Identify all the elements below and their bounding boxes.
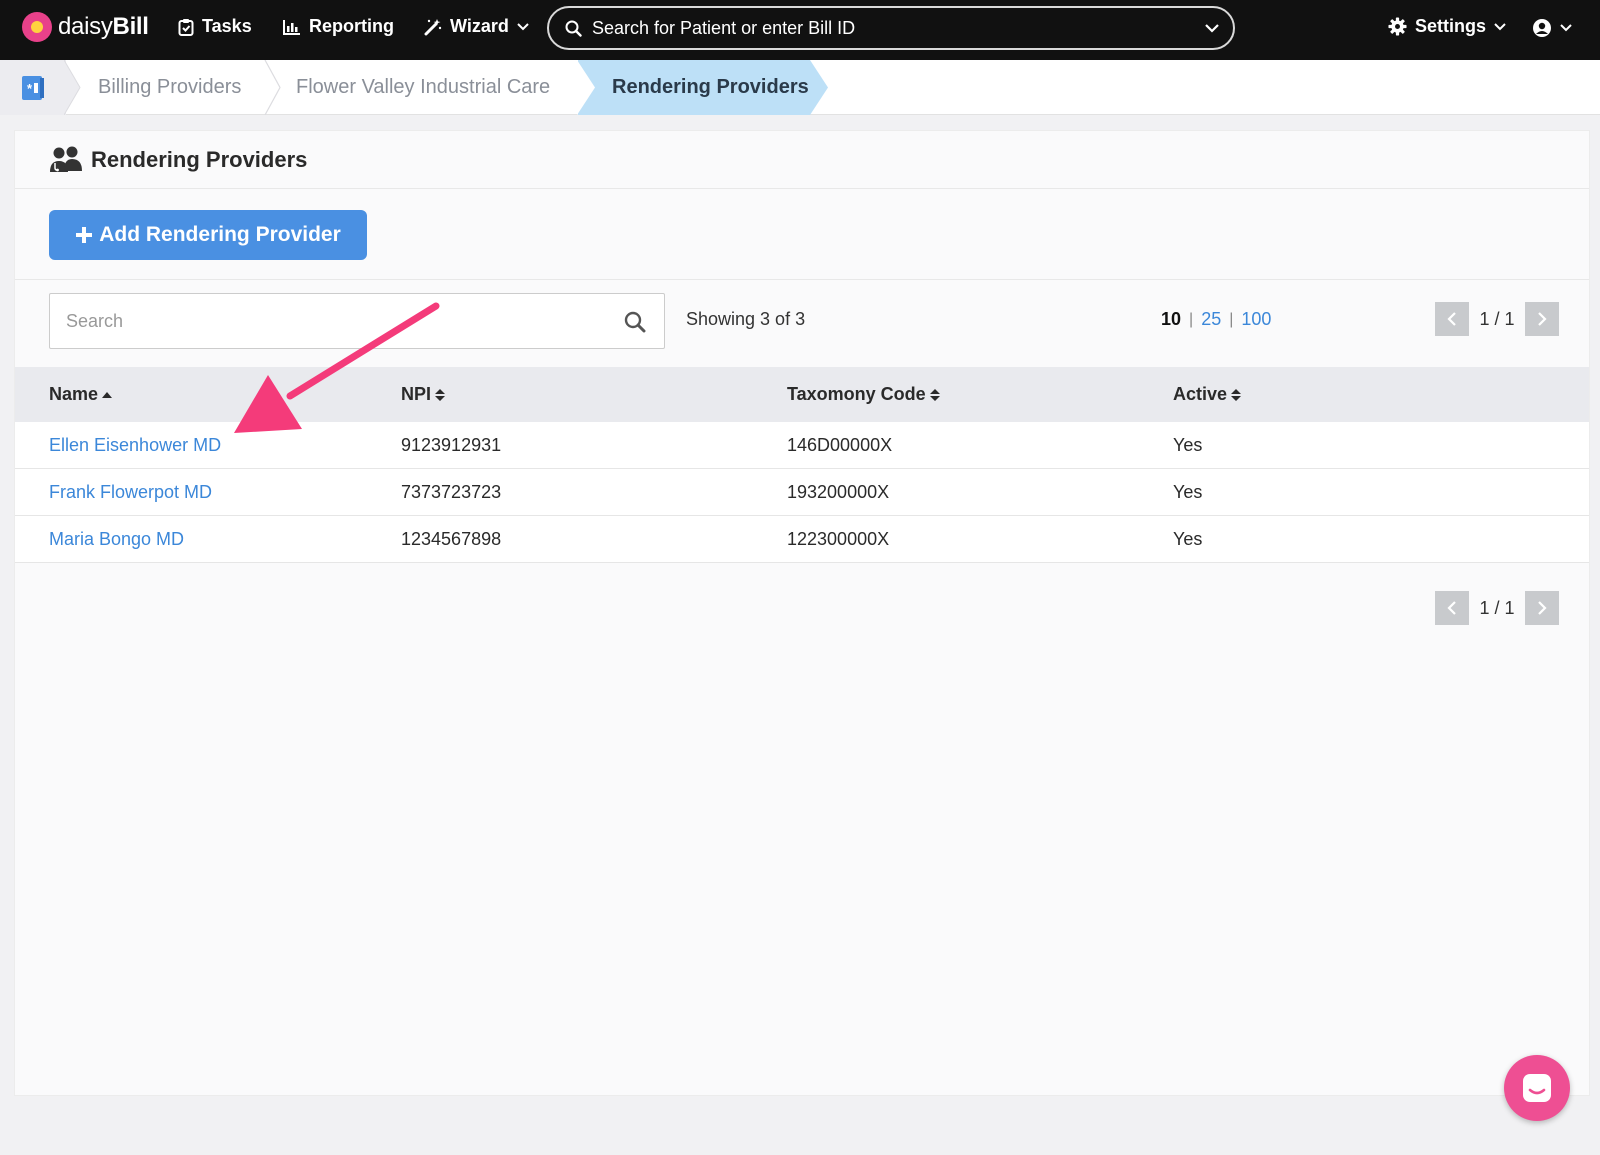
nav-reporting[interactable]: Reporting xyxy=(283,16,394,37)
clipboard-check-icon xyxy=(178,18,194,36)
crumb-separator xyxy=(64,60,81,115)
column-header-npi[interactable]: NPI xyxy=(401,384,446,405)
crumb-billing-providers[interactable]: Billing Providers xyxy=(98,60,241,115)
npi-cell: 1234567898 xyxy=(401,529,502,549)
active-cell: Yes xyxy=(1173,529,1203,549)
search-icon xyxy=(565,20,582,37)
panel-header: Rendering Providers xyxy=(15,131,1589,189)
results-count: Showing 3 of 3 xyxy=(686,309,806,329)
chevron-down-icon xyxy=(1494,22,1506,30)
column-header-taxonomy[interactable]: Taxomony Code xyxy=(787,384,940,405)
magic-wand-icon xyxy=(424,18,442,35)
rendering-providers-panel: Rendering Providers Add Rendering Provid… xyxy=(14,130,1590,1096)
active-cell: Yes xyxy=(1173,435,1203,455)
crumb-rendering-providers: Rendering Providers xyxy=(578,60,810,115)
global-search[interactable]: Search for Patient or enter Bill ID xyxy=(547,6,1235,50)
chevron-down-icon xyxy=(517,22,529,30)
table-row: Frank Flowerpot MD 7373723723 193200000X… xyxy=(15,469,1589,516)
providers-group-icon xyxy=(50,146,82,172)
prev-page-button[interactable] xyxy=(1435,302,1469,336)
per-page-divider: | xyxy=(1229,310,1234,328)
sort-asc-icon xyxy=(102,391,113,398)
prev-page-button[interactable] xyxy=(1435,591,1469,625)
chevron-right-icon xyxy=(1538,601,1547,615)
chevron-left-icon xyxy=(1447,312,1456,326)
user-menu[interactable] xyxy=(1532,18,1572,38)
plus-icon xyxy=(76,227,93,243)
nav-wizard-label: Wizard xyxy=(450,16,509,36)
pagination-top: 1 / 1 xyxy=(1435,302,1559,336)
chevron-down-icon xyxy=(1560,24,1572,32)
nav-tasks[interactable]: Tasks xyxy=(178,16,252,37)
chat-icon xyxy=(1523,1074,1551,1102)
search-icon[interactable] xyxy=(624,311,646,333)
per-page-divider: | xyxy=(1189,310,1194,328)
chevron-down-icon[interactable] xyxy=(1205,23,1219,33)
page-indicator: 1 / 1 xyxy=(1479,597,1515,618)
npi-cell: 7373723723 xyxy=(401,482,502,502)
table-header: Name NPI Taxomony Code Active xyxy=(15,367,1589,422)
sort-icon xyxy=(929,388,940,401)
column-name-label: Name xyxy=(49,384,99,404)
sort-icon xyxy=(435,388,446,401)
nav-tasks-label: Tasks xyxy=(202,16,252,36)
chevron-right-icon xyxy=(1538,312,1547,326)
table-row: Maria Bongo MD 1234567898 122300000X Yes xyxy=(15,516,1589,563)
per-page-option[interactable]: 25 xyxy=(1201,309,1221,330)
nav-settings[interactable]: Settings xyxy=(1388,16,1506,37)
per-page-option[interactable]: 100 xyxy=(1241,309,1271,330)
daisybill-logo[interactable]: daisyBill xyxy=(22,12,149,42)
active-cell: Yes xyxy=(1173,482,1203,502)
column-taxonomy-label: Taxomony Code xyxy=(787,384,926,404)
chat-launcher-button[interactable] xyxy=(1504,1055,1570,1121)
divider xyxy=(15,279,1589,280)
nav-wizard[interactable]: Wizard xyxy=(424,16,529,37)
column-header-active[interactable]: Active xyxy=(1173,384,1242,405)
crumb-home[interactable]: * xyxy=(0,60,66,115)
nav-reporting-label: Reporting xyxy=(309,16,394,36)
breadcrumb: * Billing Providers Flower Valley Indust… xyxy=(0,60,1600,115)
npi-cell: 9123912931 xyxy=(401,435,502,455)
crumb-active-tip xyxy=(810,60,828,115)
top-nav: daisyBill Tasks Reporting Wizard Search … xyxy=(0,0,1600,60)
provider-search-box xyxy=(49,293,665,349)
provider-search-input[interactable] xyxy=(50,294,610,348)
column-header-name[interactable]: Name xyxy=(49,384,113,405)
provider-name-link[interactable]: Ellen Eisenhower MD xyxy=(49,435,221,456)
column-npi-label: NPI xyxy=(401,384,432,404)
nav-settings-label: Settings xyxy=(1415,16,1487,36)
sort-icon xyxy=(1231,388,1242,401)
brand-name: daisyBill xyxy=(58,13,149,40)
medical-binder-icon: * xyxy=(22,75,44,100)
chevron-left-icon xyxy=(1447,601,1456,615)
table-row: Ellen Eisenhower MD 9123912931 146D00000… xyxy=(15,422,1589,469)
provider-name-link[interactable]: Frank Flowerpot MD xyxy=(49,482,212,503)
bar-chart-icon xyxy=(283,19,300,35)
taxonomy-cell: 146D00000X xyxy=(787,435,893,455)
user-circle-icon xyxy=(1533,19,1551,37)
crumb-flower-valley[interactable]: Flower Valley Industrial Care xyxy=(296,60,550,115)
next-page-button[interactable] xyxy=(1525,591,1559,625)
add-rendering-provider-label: Add Rendering Provider xyxy=(99,223,341,246)
taxonomy-cell: 193200000X xyxy=(787,482,890,502)
pagination-bottom: 1 / 1 xyxy=(1435,591,1559,625)
gear-icon xyxy=(1388,17,1407,36)
page-indicator: 1 / 1 xyxy=(1479,308,1515,329)
provider-name-link[interactable]: Maria Bongo MD xyxy=(49,529,184,550)
crumb-separator xyxy=(264,60,281,115)
per-page-current[interactable]: 10 xyxy=(1161,309,1181,330)
column-active-label: Active xyxy=(1173,384,1228,404)
crumb-separator xyxy=(577,60,595,115)
global-search-text: Search for Patient or enter Bill ID xyxy=(592,17,856,38)
next-page-button[interactable] xyxy=(1525,302,1559,336)
taxonomy-cell: 122300000X xyxy=(787,529,890,549)
per-page-selector: 10 | 25 | 100 xyxy=(1161,309,1271,330)
page-title: Rendering Providers xyxy=(91,146,308,172)
daisy-flower-icon xyxy=(22,12,52,42)
add-rendering-provider-button[interactable]: Add Rendering Provider xyxy=(49,210,367,260)
